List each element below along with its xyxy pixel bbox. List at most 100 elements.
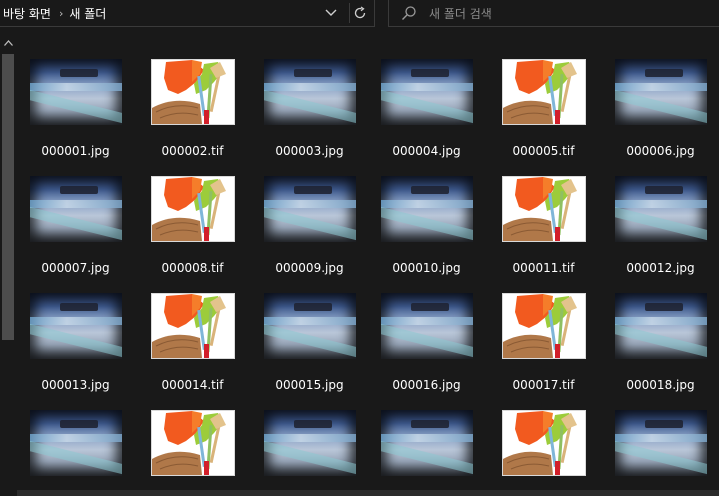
file-name: 000011.tif xyxy=(512,261,575,275)
file-item[interactable] xyxy=(368,399,485,496)
photo-thumbnail-jpg xyxy=(380,176,473,242)
file-thumbnail xyxy=(602,165,719,253)
file-item[interactable]: 000003.jpg xyxy=(251,48,368,165)
file-name: 000002.tif xyxy=(161,144,224,158)
photo-thumbnail-jpg xyxy=(29,176,122,242)
file-thumbnail xyxy=(251,282,368,370)
file-name: 000016.jpg xyxy=(392,378,461,392)
search-icon xyxy=(401,5,417,21)
photo-thumbnail-jpg xyxy=(29,59,122,125)
file-item[interactable]: 000008.tif xyxy=(134,165,251,282)
scroll-up-arrow-icon[interactable] xyxy=(3,38,14,49)
file-name: 000003.jpg xyxy=(275,144,344,158)
photo-thumbnail-jpg xyxy=(380,293,473,359)
file-thumbnail xyxy=(17,399,134,487)
file-item[interactable]: 000002.tif xyxy=(134,48,251,165)
file-thumbnail xyxy=(17,165,134,253)
photo-thumbnail-jpg xyxy=(380,59,473,125)
horizontal-divider xyxy=(17,490,719,496)
chevron-down-icon[interactable] xyxy=(321,3,341,23)
breadcrumb-item-desktop[interactable]: 바탕 화면 xyxy=(3,5,51,22)
file-item[interactable]: 000012.jpg xyxy=(602,165,719,282)
file-name: 000014.tif xyxy=(161,378,224,392)
file-item[interactable] xyxy=(134,399,251,496)
file-item[interactable]: 000013.jpg xyxy=(17,282,134,399)
image-thumbnail-tif xyxy=(501,293,586,359)
file-thumbnail xyxy=(485,165,602,253)
photo-thumbnail-jpg xyxy=(614,410,707,476)
file-item[interactable]: 000015.jpg xyxy=(251,282,368,399)
file-name: 000008.tif xyxy=(161,261,224,275)
file-thumbnail xyxy=(485,399,602,487)
photo-thumbnail-jpg xyxy=(263,410,356,476)
file-item[interactable]: 000007.jpg xyxy=(17,165,134,282)
refresh-icon[interactable] xyxy=(349,3,370,23)
photo-thumbnail-jpg xyxy=(263,176,356,242)
file-item[interactable]: 000011.tif xyxy=(485,165,602,282)
file-item[interactable]: 000001.jpg xyxy=(17,48,134,165)
file-thumbnail xyxy=(17,282,134,370)
file-thumbnail xyxy=(251,48,368,136)
photo-thumbnail-jpg xyxy=(29,293,122,359)
file-thumbnail xyxy=(368,282,485,370)
file-thumbnail xyxy=(134,399,251,487)
search-input[interactable]: 새 폴더 검색 xyxy=(429,5,492,22)
file-name: 000005.tif xyxy=(512,144,575,158)
file-item[interactable]: 000016.jpg xyxy=(368,282,485,399)
file-name: 000013.jpg xyxy=(41,378,110,392)
file-name: 000010.jpg xyxy=(392,261,461,275)
photo-thumbnail-jpg xyxy=(614,176,707,242)
image-thumbnail-tif xyxy=(501,176,586,242)
file-item[interactable]: 000009.jpg xyxy=(251,165,368,282)
vertical-scrollbar[interactable] xyxy=(0,36,17,496)
file-thumbnail xyxy=(368,48,485,136)
address-bar[interactable]: 바탕 화면 › 새 폴더 xyxy=(0,0,375,27)
photo-thumbnail-jpg xyxy=(614,293,707,359)
file-item[interactable]: 000006.jpg xyxy=(602,48,719,165)
file-item[interactable]: 000005.tif xyxy=(485,48,602,165)
image-thumbnail-tif xyxy=(150,176,235,242)
file-thumbnail xyxy=(134,282,251,370)
file-item[interactable]: 000014.tif xyxy=(134,282,251,399)
file-thumbnail xyxy=(485,282,602,370)
file-item[interactable] xyxy=(17,399,134,496)
file-grid: 000001.jpg 000002.tif 000003.jpg 000004.jp… xyxy=(17,36,719,496)
file-thumbnail xyxy=(485,48,602,136)
file-item[interactable]: 000010.jpg xyxy=(368,165,485,282)
file-item[interactable] xyxy=(251,399,368,496)
image-thumbnail-tif xyxy=(150,410,235,476)
breadcrumb-item-new-folder[interactable]: 새 폴더 xyxy=(69,5,106,22)
file-name: 000009.jpg xyxy=(275,261,344,275)
scrollbar-thumb[interactable] xyxy=(2,54,14,340)
file-item[interactable]: 000004.jpg xyxy=(368,48,485,165)
breadcrumb: 바탕 화면 › 새 폴더 xyxy=(3,4,106,22)
file-name: 000018.jpg xyxy=(626,378,695,392)
file-item[interactable]: 000017.tif xyxy=(485,282,602,399)
image-thumbnail-tif xyxy=(150,293,235,359)
chevron-right-icon[interactable]: › xyxy=(59,7,63,20)
file-thumbnail xyxy=(368,165,485,253)
address-bar-area: 바탕 화면 › 새 폴더 새 폴더 검색 xyxy=(0,0,719,30)
image-thumbnail-tif xyxy=(501,410,586,476)
photo-thumbnail-jpg xyxy=(263,59,356,125)
file-thumbnail xyxy=(251,165,368,253)
file-name: 000007.jpg xyxy=(41,261,110,275)
file-item[interactable] xyxy=(602,399,719,496)
file-thumbnail xyxy=(602,399,719,487)
file-thumbnail xyxy=(134,48,251,136)
image-thumbnail-tif xyxy=(150,59,235,125)
photo-thumbnail-jpg xyxy=(614,59,707,125)
file-name: 000015.jpg xyxy=(275,378,344,392)
file-thumbnail xyxy=(251,399,368,487)
photo-thumbnail-jpg xyxy=(263,293,356,359)
photo-thumbnail-jpg xyxy=(380,410,473,476)
file-name: 000004.jpg xyxy=(392,144,461,158)
file-name: 000012.jpg xyxy=(626,261,695,275)
file-thumbnail xyxy=(602,282,719,370)
search-box[interactable]: 새 폴더 검색 xyxy=(388,0,719,27)
file-thumbnail xyxy=(17,48,134,136)
file-item[interactable]: 000018.jpg xyxy=(602,282,719,399)
file-name: 000006.jpg xyxy=(626,144,695,158)
file-name: 000001.jpg xyxy=(41,144,110,158)
file-item[interactable] xyxy=(485,399,602,496)
